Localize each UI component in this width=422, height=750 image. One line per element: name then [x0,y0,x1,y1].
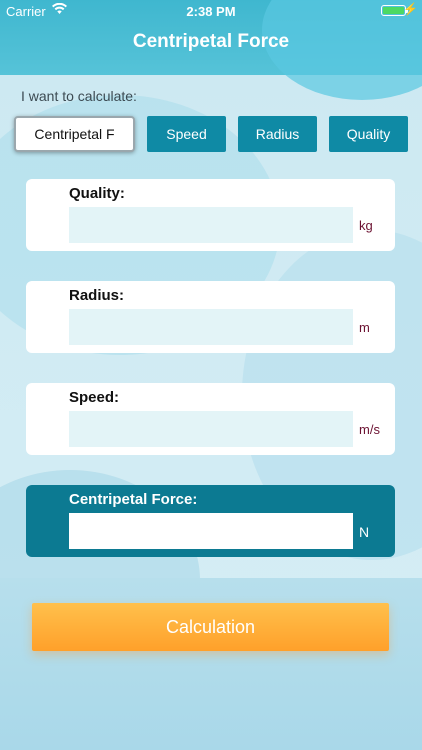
quality-input[interactable] [69,207,353,243]
centripetal-force-input[interactable] [69,513,353,549]
quality-unit: kg [359,218,373,233]
speed-card: Speed: m/s [26,383,395,455]
radius-input[interactable] [69,309,353,345]
quality-label: Quality: [69,185,125,202]
status-time: 2:38 PM [186,4,236,19]
centripetal-force-unit: N [359,524,370,540]
tab-quality[interactable]: Quality [329,116,408,152]
calculation-button[interactable]: Calculation [32,603,389,651]
tab-speed[interactable]: Speed [147,116,226,152]
speed-label: Speed: [69,389,120,406]
centripetal-force-label: Centripetal Force: [69,491,198,508]
tab-centripetal-force[interactable]: Centripetal F [14,116,135,152]
speed-unit: m/s [359,422,380,437]
radius-unit: m [359,320,370,335]
tab-radius[interactable]: Radius [238,116,317,152]
status-bar: Carrier 2:38 PM ⚡ [0,0,422,22]
quality-card: Quality: kg [26,179,395,251]
radius-label: Radius: [69,287,125,304]
result-card: Centripetal Force: N [26,485,395,557]
calculate-prompt: I want to calculate: [21,88,137,104]
speed-input[interactable] [69,411,353,447]
radius-card: Radius: m [26,281,395,353]
charging-icon: ⚡ [403,2,418,16]
page-title: Centripetal Force [132,31,290,52]
